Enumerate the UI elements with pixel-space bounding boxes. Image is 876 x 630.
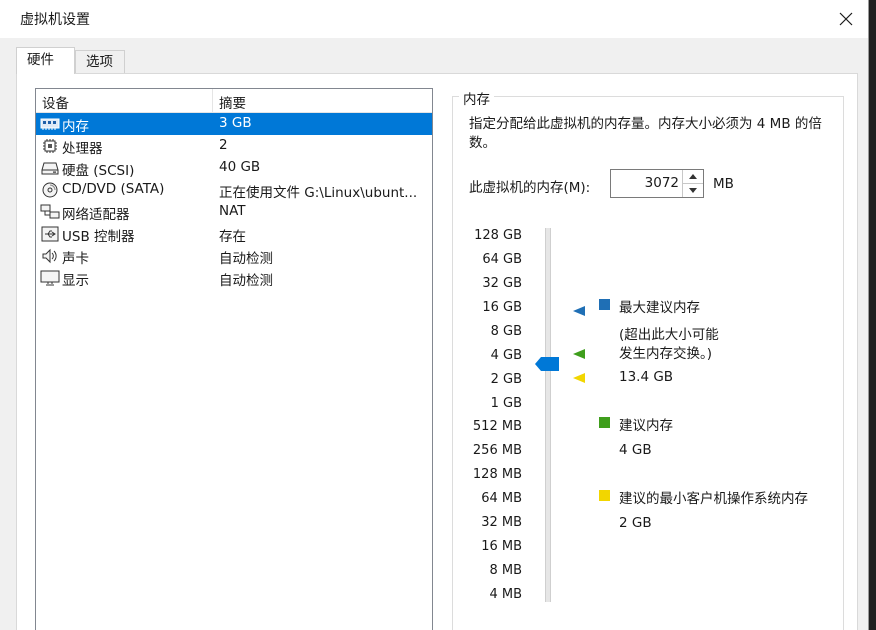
device-summary: 存在: [219, 229, 246, 245]
device-name: 声卡: [62, 251, 89, 267]
network-adapter-icon: [40, 204, 60, 219]
tick-label: 32 GB: [482, 276, 522, 291]
tick-label: 4 GB: [490, 348, 522, 363]
caret-up-icon: [689, 174, 697, 179]
sound-card-icon: [42, 248, 57, 264]
header-divider[interactable]: [212, 89, 213, 112]
tick-label: 16 GB: [482, 300, 522, 315]
spin-buttons: [682, 170, 703, 197]
usb-icon: [41, 226, 59, 242]
spin-down-button[interactable]: [683, 184, 703, 197]
min-recommended-square-icon: [599, 490, 610, 501]
memory-field-label: 此虚拟机的内存(M):: [469, 180, 591, 196]
close-icon: [839, 12, 853, 26]
device-list[interactable]: 设备 摘要 内存 3 GB 处理器 2 硬盘 (SCSI) 40 GB CD/D…: [35, 88, 433, 630]
device-row-usb[interactable]: USB 控制器 存在: [36, 223, 432, 245]
tick-label: 8 GB: [490, 324, 522, 339]
memory-group-title: 内存: [459, 88, 494, 108]
tick-label: 16 MB: [481, 539, 522, 554]
window-title: 虚拟机设置: [20, 12, 90, 28]
title-bar: 虚拟机设置: [0, 0, 868, 38]
memory-unit: MB: [713, 176, 734, 192]
header-summary[interactable]: 摘要: [219, 92, 246, 112]
device-name: USB 控制器: [62, 229, 135, 245]
memory-slider-thumb[interactable]: [535, 357, 559, 371]
max-recommended-marker-icon: [573, 306, 585, 316]
tick-label: 1 GB: [490, 396, 522, 411]
device-row-memory[interactable]: 内存 3 GB: [36, 113, 432, 135]
tab-options[interactable]: 选项: [75, 50, 125, 73]
min-recommended-label: 建议的最小客户机操作系统内存: [619, 491, 808, 507]
tick-label: 64 MB: [481, 491, 522, 506]
device-summary: 2: [219, 137, 228, 153]
device-row-cd-dvd[interactable]: CD/DVD (SATA) 正在使用文件 G:\Linux\ubunt...: [36, 179, 432, 201]
device-name: 硬盘 (SCSI): [62, 163, 135, 179]
device-name: 内存: [62, 115, 89, 135]
caret-down-icon: [689, 188, 697, 193]
cd-dvd-icon: [42, 182, 58, 198]
device-summary: 自动检测: [219, 273, 273, 289]
device-row-processor[interactable]: 处理器 2: [36, 135, 432, 157]
tick-label: 128 MB: [472, 467, 522, 482]
vm-settings-window: 虚拟机设置 硬件 选项 设备 摘要 内存 3 GB 处理器 2 硬盘 (SCSI…: [0, 0, 869, 630]
device-name: 处理器: [62, 141, 103, 157]
memory-input[interactable]: 3072: [645, 175, 679, 191]
tick-label: 4 MB: [489, 587, 522, 602]
max-recommended-value: 13.4 GB: [619, 369, 674, 385]
min-recommended-value: 2 GB: [619, 515, 652, 531]
device-summary: 40 GB: [219, 159, 261, 175]
close-button[interactable]: [824, 0, 868, 38]
device-summary: 正在使用文件 G:\Linux\ubunt...: [219, 185, 418, 201]
tick-label: 512 MB: [472, 419, 522, 434]
max-recommended-label: 最大建议内存: [619, 300, 700, 316]
min-recommended-marker-icon: [573, 373, 585, 383]
processor-icon: [43, 139, 57, 153]
tick-label: 2 GB: [490, 372, 522, 387]
device-row-hard-disk[interactable]: 硬盘 (SCSI) 40 GB: [36, 157, 432, 179]
spin-up-button[interactable]: [683, 170, 703, 184]
device-row-display[interactable]: 显示 自动检测: [36, 267, 432, 289]
max-recommended-note-2: 发生内存交换。): [619, 346, 713, 362]
device-row-sound-card[interactable]: 声卡 自动检测: [36, 245, 432, 267]
device-summary: 自动检测: [219, 251, 273, 267]
recommended-value: 4 GB: [619, 442, 652, 458]
header-device[interactable]: 设备: [42, 92, 69, 112]
display-icon: [40, 270, 60, 286]
memory-icon: [40, 118, 60, 130]
device-summary: NAT: [219, 203, 246, 219]
device-name: 显示: [62, 273, 89, 289]
device-name: CD/DVD (SATA): [62, 181, 165, 197]
max-recommended-note-1: (超出此大小可能: [619, 327, 719, 343]
memory-slider-track[interactable]: [545, 228, 551, 602]
tab-hardware[interactable]: 硬件: [16, 47, 75, 74]
tick-label: 8 MB: [489, 563, 522, 578]
tick-label: 256 MB: [472, 443, 522, 458]
tick-label: 128 GB: [474, 228, 522, 243]
device-summary: 3 GB: [219, 115, 252, 131]
recommended-label: 建议内存: [619, 418, 673, 434]
max-recommended-square-icon: [599, 299, 610, 310]
device-name: 网络适配器: [62, 207, 130, 223]
list-header: 设备 摘要: [36, 89, 432, 113]
recommended-marker-icon: [573, 349, 585, 359]
tick-label: 64 GB: [482, 252, 522, 267]
memory-description: 指定分配给此虚拟机的内存量。内存大小必须为 4 MB 的倍数。: [469, 116, 822, 151]
recommended-square-icon: [599, 417, 610, 428]
hard-disk-icon: [41, 162, 59, 175]
memory-spinbox[interactable]: 3072: [610, 169, 704, 198]
tick-label: 32 MB: [481, 515, 522, 530]
device-row-network-adapter[interactable]: 网络适配器 NAT: [36, 201, 432, 223]
